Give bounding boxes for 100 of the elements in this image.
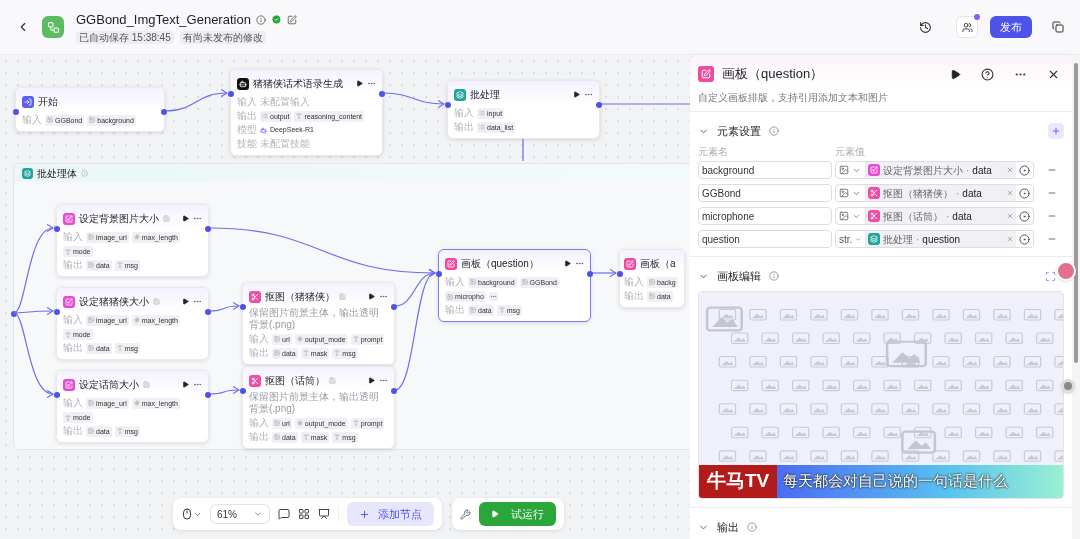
reference-source: 批处理: [883, 232, 913, 247]
play-icon[interactable]: [182, 298, 189, 305]
play-icon[interactable]: [368, 377, 375, 384]
play-icon[interactable]: [182, 381, 189, 388]
row-note: 未配置输入: [260, 96, 310, 108]
more-icon[interactable]: [193, 380, 202, 389]
row-label: 模型: [237, 124, 257, 136]
login-icon: [22, 95, 34, 108]
node-title: 画板（a: [640, 257, 676, 271]
target-icon[interactable]: [1019, 210, 1030, 222]
reference-tag[interactable]: 抠图（话筒） · data: [866, 208, 1016, 224]
canvas-preview[interactable]: 牛马TV 每天都会对自己说的一句话是什么: [698, 291, 1064, 499]
scissors-icon: [249, 374, 261, 387]
minimap-icon[interactable]: [318, 508, 330, 520]
image-icon: [649, 293, 655, 299]
more-icon[interactable]: [379, 292, 388, 301]
list-icon: [479, 110, 485, 116]
resize-icon: [63, 212, 75, 225]
comment-icon[interactable]: [278, 508, 290, 520]
hash-icon: [296, 420, 303, 426]
info-icon: [769, 126, 779, 136]
history-icon[interactable]: [919, 20, 932, 34]
row-label: 输出: [237, 110, 257, 122]
image-icon: [521, 279, 528, 285]
more-icon[interactable]: [193, 214, 202, 223]
more-icon[interactable]: [488, 292, 498, 301]
element-name-field[interactable]: background: [698, 161, 832, 179]
users-icon: [961, 21, 973, 33]
element-value-field[interactable]: 抠图（猪猪侠） · data: [835, 184, 1034, 202]
mouse-icon[interactable]: [181, 508, 193, 520]
row-label: 输出: [63, 259, 83, 271]
element-value-field[interactable]: str. 批处理 · question: [835, 230, 1034, 248]
section-title: 画板编辑: [717, 268, 761, 284]
more-icon[interactable]: [193, 297, 202, 306]
play-icon[interactable]: [368, 293, 375, 300]
section-title: 输出: [717, 519, 739, 535]
target-icon[interactable]: [1019, 233, 1030, 245]
node-title: 猪猪侠话术语录生成: [253, 77, 343, 91]
info-icon: [747, 522, 757, 532]
element-value-field[interactable]: 设定背景图片大小 · data: [835, 161, 1034, 179]
app-logo: [42, 16, 64, 38]
image-icon: [470, 307, 476, 313]
grid-icon[interactable]: [298, 508, 310, 520]
text-icon: [296, 113, 303, 119]
plus-icon: [359, 508, 370, 520]
layers-icon: [868, 233, 880, 245]
element-name-field[interactable]: GGBond: [698, 184, 832, 202]
image-icon: [47, 117, 53, 123]
reference-tag[interactable]: 设定背景图片大小 · data: [866, 162, 1016, 178]
edit-icon[interactable]: [286, 14, 297, 25]
publish-button[interactable]: 发布: [990, 16, 1032, 38]
image-icon: [88, 428, 94, 434]
info-icon[interactable]: [255, 14, 266, 25]
element-value-field[interactable]: 抠图（话筒） · data: [835, 207, 1034, 225]
row-label: 输入: [249, 333, 269, 345]
robot-icon: [260, 126, 267, 134]
text-icon: [334, 350, 341, 356]
image-icon: [88, 345, 94, 351]
reference-tag[interactable]: 批处理 · question: [866, 231, 1016, 247]
node-title: 抠图（话筒）: [265, 374, 325, 388]
element-name-field[interactable]: question: [698, 230, 832, 248]
image-icon[interactable]: [839, 211, 849, 221]
play-icon[interactable]: [356, 80, 363, 87]
play-icon[interactable]: [950, 68, 961, 80]
help-icon[interactable]: [981, 67, 994, 81]
more-icon[interactable]: [584, 90, 593, 99]
zoom-select[interactable]: 61%: [210, 504, 270, 524]
reference-source: 抠图（猪猪侠）: [883, 186, 953, 201]
more-icon[interactable]: [575, 259, 584, 268]
copy-icon[interactable]: [1052, 21, 1064, 33]
more-icon[interactable]: [379, 376, 388, 385]
target-icon[interactable]: [1019, 164, 1030, 176]
reference-source: 设定背景图片大小: [883, 163, 963, 178]
panel-description: 自定义画板排版，支持引用添加文本和图片: [698, 91, 889, 105]
text-icon: [116, 262, 123, 268]
node-title: 开始: [38, 95, 58, 109]
play-icon[interactable]: [182, 215, 189, 222]
add-node-button[interactable]: 添加节点: [347, 502, 434, 526]
row-label: 输出: [445, 304, 465, 316]
image-icon: [649, 279, 655, 285]
hash-icon: [296, 336, 303, 342]
row-label: 输入: [445, 276, 465, 288]
text-icon: [302, 350, 309, 356]
image-icon: [88, 262, 94, 268]
play-icon: [491, 510, 499, 518]
image-icon[interactable]: [839, 188, 849, 198]
more-icon[interactable]: [367, 79, 376, 88]
row-label: 输出: [63, 425, 83, 437]
play-icon[interactable]: [564, 260, 571, 267]
expand-icon[interactable]: [1045, 270, 1056, 282]
element-name-field[interactable]: microphone: [698, 207, 832, 225]
reference-source: 抠图（话筒）: [883, 209, 943, 224]
reference-tag[interactable]: 抠图（猪猪侠） · data: [866, 185, 1016, 201]
wrench-icon[interactable]: [460, 508, 471, 520]
target-icon[interactable]: [1019, 187, 1030, 199]
resize-icon: [63, 378, 75, 391]
play-icon[interactable]: [573, 91, 580, 98]
collaborators-button[interactable]: [956, 16, 978, 38]
type-label[interactable]: str.: [839, 231, 853, 247]
image-icon[interactable]: [839, 165, 849, 175]
